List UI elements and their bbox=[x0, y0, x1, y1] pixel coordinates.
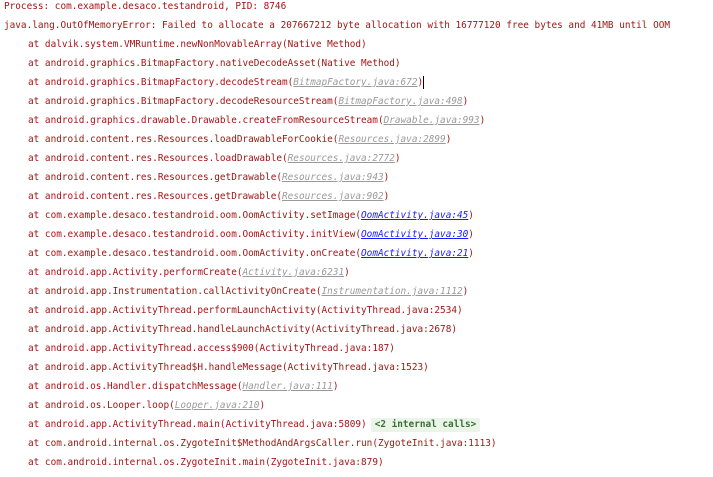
stack-frame: at android.graphics.BitmapFactory.decode… bbox=[28, 96, 469, 107]
frame-method: at android.app.ActivityThread.main bbox=[28, 419, 220, 430]
frame-method: at android.app.ActivityThread.handleLaun… bbox=[28, 324, 311, 335]
frame-method: at dalvik.system.VMRuntime.newNonMovable… bbox=[28, 39, 282, 50]
stack-frame: at dalvik.system.VMRuntime.newNonMovable… bbox=[28, 39, 367, 50]
text-cursor bbox=[423, 76, 425, 89]
stack-frame: at android.app.ActivityThread.main(Activ… bbox=[28, 418, 481, 432]
frame-source: Native Method bbox=[321, 58, 395, 69]
frame-method: at android.graphics.BitmapFactory.native… bbox=[28, 58, 316, 69]
stack-frame: at android.app.ActivityThread.handleLaun… bbox=[28, 324, 457, 335]
stack-frame: at android.app.Activity.performCreate(Ac… bbox=[28, 267, 350, 278]
frame-method: at android.content.res.Resources.loadDra… bbox=[28, 134, 333, 145]
frame-method: at android.os.Handler.dispatchMessage bbox=[28, 381, 237, 392]
stack-frame: at android.app.ActivityThread.access$900… bbox=[28, 343, 395, 354]
stack-frame: at com.example.desaco.testandroid.oom.Oo… bbox=[28, 210, 474, 221]
source-link[interactable]: Resources.java:943 bbox=[282, 172, 384, 183]
source-link[interactable]: Activity.java:6231 bbox=[243, 267, 345, 278]
frame-method: at android.app.ActivityThread$H.handleMe… bbox=[28, 362, 282, 373]
stack-frame: at com.example.desaco.testandroid.oom.Oo… bbox=[28, 229, 474, 240]
stack-frame: at android.content.res.Resources.getDraw… bbox=[28, 172, 390, 183]
frame-source: ActivityThread.java:187 bbox=[259, 343, 390, 354]
frame-method: at android.app.ActivityThread.access$900 bbox=[28, 343, 254, 354]
source-link[interactable]: BitmapFactory.java:672 bbox=[293, 77, 417, 88]
frame-source: Native Method bbox=[287, 39, 362, 50]
stack-frame: at com.example.desaco.testandroid.oom.Oo… bbox=[28, 248, 474, 259]
process-line: Process: com.example.desaco.testandroid,… bbox=[4, 1, 287, 12]
frame-source: ZygoteInit.java:879 bbox=[270, 457, 378, 468]
source-link[interactable]: Drawable.java:993 bbox=[384, 115, 480, 126]
frame-source: ActivityThread.java:5809 bbox=[225, 419, 362, 430]
stack-frame: at android.content.res.Resources.getDraw… bbox=[28, 191, 390, 202]
source-link[interactable]: Instrumentation.java:1112 bbox=[322, 286, 463, 297]
frame-method: at android.content.res.Resources.getDraw… bbox=[28, 191, 277, 202]
frame-method: at android.graphics.drawable.Drawable.cr… bbox=[28, 115, 378, 126]
source-link[interactable]: Resources.java:2772 bbox=[288, 153, 395, 164]
frame-method: at com.android.internal.os.ZygoteInit.ma… bbox=[28, 457, 266, 468]
frame-method: at android.graphics.BitmapFactory.decode… bbox=[28, 77, 288, 88]
frame-method: at android.content.res.Resources.getDraw… bbox=[28, 172, 277, 183]
source-link[interactable]: Resources.java:2899 bbox=[338, 134, 445, 145]
stack-frame: at android.graphics.BitmapFactory.native… bbox=[28, 58, 401, 69]
exception-line: java.lang.OutOfMemoryError: Failed to al… bbox=[4, 20, 671, 31]
stack-frame: at com.android.internal.os.ZygoteInit$Me… bbox=[28, 438, 497, 449]
frame-method: at com.example.desaco.testandroid.oom.Oo… bbox=[28, 229, 356, 240]
frame-source: ZygoteInit.java:1113 bbox=[377, 438, 491, 449]
source-link[interactable]: OomActivity.java:30 bbox=[361, 229, 468, 240]
source-link[interactable]: Resources.java:902 bbox=[282, 191, 384, 202]
stack-frame: at android.app.ActivityThread.performLau… bbox=[28, 305, 463, 316]
frame-method: at android.content.res.Resources.loadDra… bbox=[28, 153, 282, 164]
source-link[interactable]: OomActivity.java:45 bbox=[361, 210, 468, 221]
frame-source: ActivityThread.java:2678 bbox=[315, 324, 452, 335]
frame-method: at android.app.Instrumentation.callActiv… bbox=[28, 286, 316, 297]
stack-frame: at android.os.Looper.loop(Looper.java:21… bbox=[28, 400, 266, 411]
frame-method: at android.app.ActivityThread.performLau… bbox=[28, 305, 316, 316]
frame-method: at com.example.desaco.testandroid.oom.Oo… bbox=[28, 210, 356, 221]
stack-frame: at android.content.res.Resources.loadDra… bbox=[28, 153, 401, 164]
frame-method: at android.os.Looper.loop bbox=[28, 400, 170, 411]
source-link[interactable]: BitmapFactory.java:498 bbox=[338, 96, 462, 107]
console-output[interactable]: Process: com.example.desaco.testandroid,… bbox=[0, 0, 713, 477]
frame-method: at android.graphics.BitmapFactory.decode… bbox=[28, 96, 333, 107]
stack-frame: at android.content.res.Resources.loadDra… bbox=[28, 134, 452, 145]
internal-calls-fold[interactable]: <2 internal calls> bbox=[370, 418, 481, 432]
stack-frame: at android.graphics.BitmapFactory.decode… bbox=[28, 76, 425, 89]
frame-source: ActivityThread.java:2534 bbox=[321, 305, 457, 316]
source-link[interactable]: OomActivity.java:21 bbox=[361, 248, 468, 259]
stack-frame: at android.app.Instrumentation.callActiv… bbox=[28, 286, 469, 297]
frame-method: at android.app.Activity.performCreate bbox=[28, 267, 237, 278]
source-link[interactable]: Handler.java:111 bbox=[243, 381, 333, 392]
stack-frame: at android.app.ActivityThread$H.handleMe… bbox=[28, 362, 429, 373]
stack-frame: at com.android.internal.os.ZygoteInit.ma… bbox=[28, 457, 384, 468]
frame-method: at com.android.internal.os.ZygoteInit$Me… bbox=[28, 438, 373, 449]
stack-frame: at android.graphics.drawable.Drawable.cr… bbox=[28, 115, 486, 126]
stack-frame: at android.os.Handler.dispatchMessage(Ha… bbox=[28, 381, 339, 392]
frame-method: at com.example.desaco.testandroid.oom.Oo… bbox=[28, 248, 356, 259]
source-link[interactable]: Looper.java:210 bbox=[175, 400, 260, 411]
frame-source: ActivityThread.java:1523 bbox=[287, 362, 424, 373]
